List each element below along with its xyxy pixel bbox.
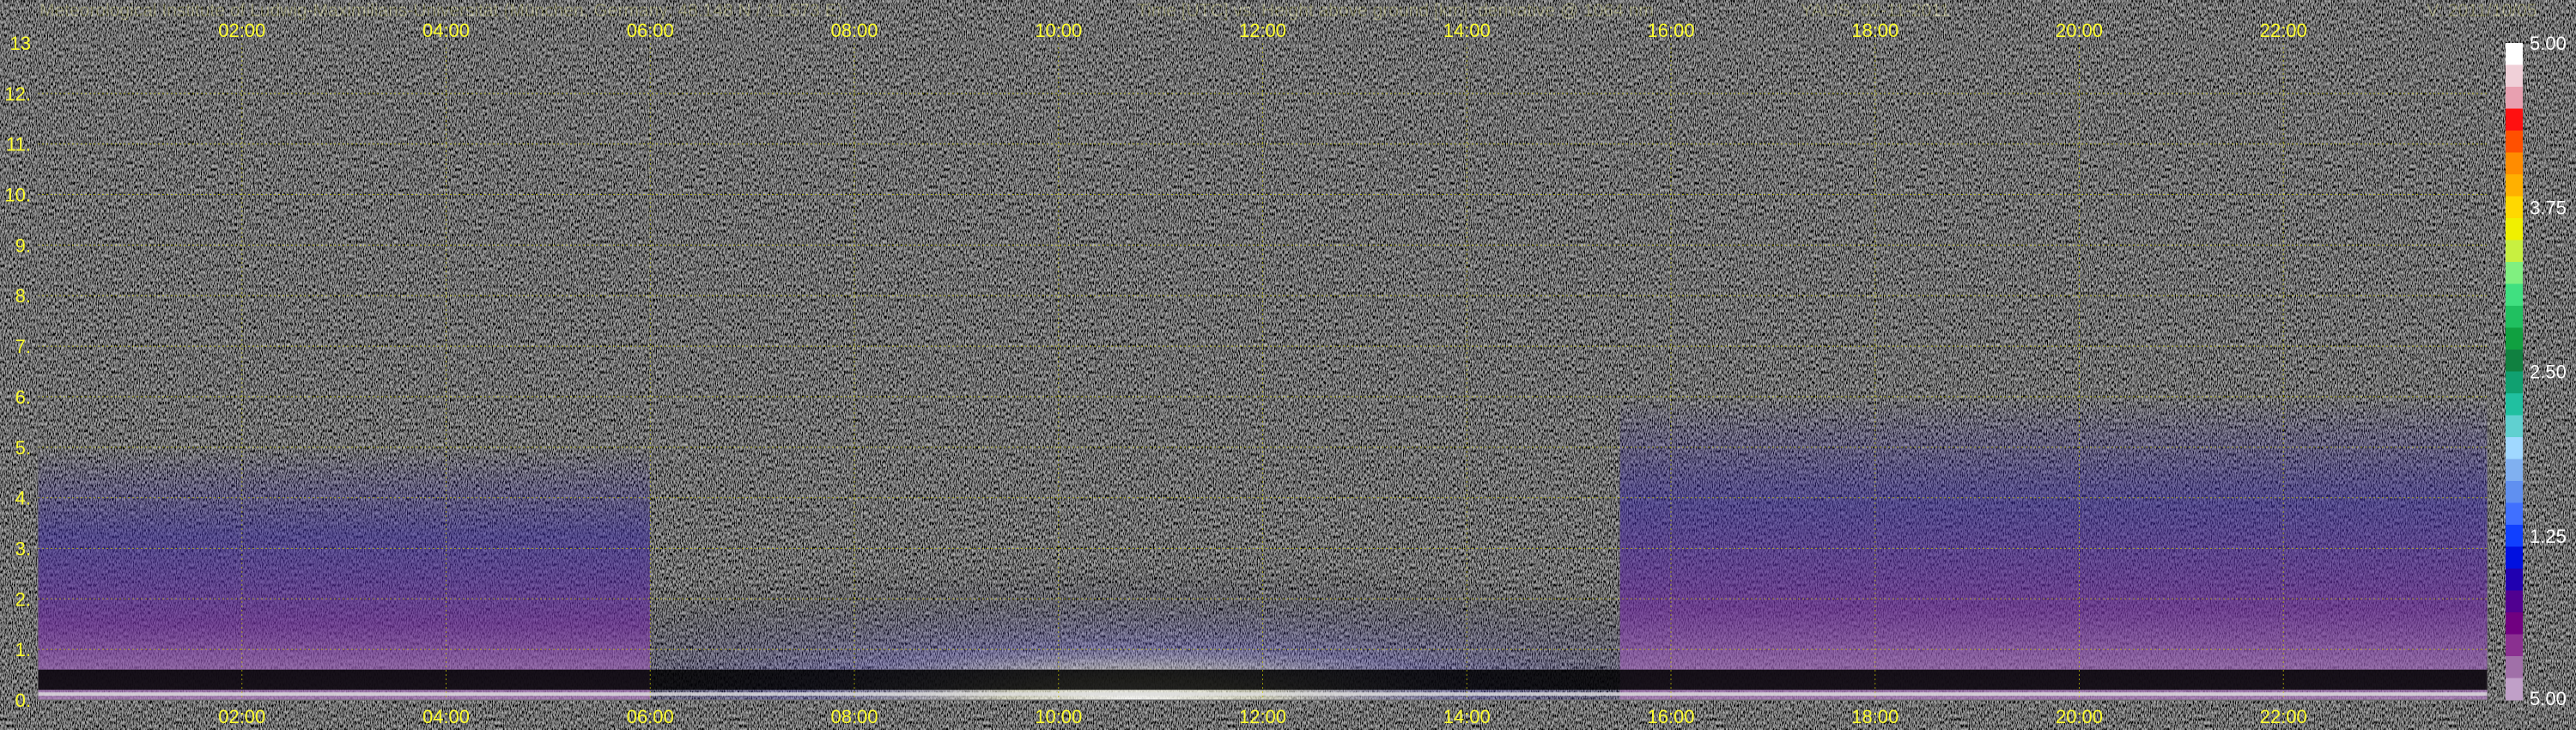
colorbar-segment	[2506, 634, 2523, 657]
x-tick-label-bottom: 18:00	[1851, 706, 1899, 727]
y-tick-label: 2.	[15, 588, 31, 610]
x-axis-top: 02:00 04:00 06:00 08:00 10:00 12:00 14:00 16:00…	[218, 20, 2307, 41]
colorbar-segment	[2506, 502, 2523, 526]
x-tick-label-bottom: 06:00	[627, 706, 674, 727]
x-tick-label-top: 14:00	[1443, 20, 1491, 41]
y-tick-label: 11.	[6, 134, 31, 155]
colorbar-segment	[2506, 678, 2523, 701]
colorbar-segment	[2506, 64, 2523, 88]
y-tick-label: 13	[10, 33, 31, 54]
colorbar-segment	[2506, 87, 2523, 109]
x-tick-label-bottom: 10:00	[1035, 706, 1082, 727]
colorbar-segment	[2506, 174, 2523, 197]
y-tick-label: 4.	[15, 488, 31, 509]
y-tick-label: 7.	[15, 336, 31, 357]
y-tick-label: 12.	[4, 83, 31, 105]
x-tick-label-bottom: 12:00	[1239, 706, 1286, 727]
x-tick-label-bottom: 04:00	[422, 706, 470, 727]
colorbar	[2506, 43, 2523, 701]
y-axis: 0. 1. 2. 3. 4. 5. 6. 7. 8. 9. 10. 11. 12. 13	[4, 33, 31, 711]
y-tick-label: 5.	[15, 437, 31, 459]
x-tick-label-bottom: 14:00	[1443, 706, 1491, 727]
y-tick-label: 0.	[15, 690, 31, 711]
x-tick-label-bottom: 08:00	[830, 706, 878, 727]
x-tick-label-top: 20:00	[2056, 20, 2103, 41]
colorbar-labels: 5.00 3.75 2.50 1.25 5.00	[2530, 33, 2567, 709]
y-tick-label: 8.	[15, 285, 31, 307]
x-tick-label-top: 22:00	[2260, 20, 2307, 41]
colorbar-segment	[2506, 240, 2523, 263]
x-tick-label-top: 02:00	[218, 20, 265, 41]
colorbar-segment	[2506, 108, 2523, 131]
colorbar-segment	[2506, 393, 2523, 416]
colorbar-segment	[2506, 327, 2523, 350]
x-tick-label-top: 06:00	[627, 20, 674, 41]
lidar-heatmap-chart: 02:00 04:00 06:00 08:00 10:00 12:00 14:00 16:00…	[4, 20, 2567, 727]
colorbar-segment	[2506, 525, 2523, 547]
colorbar-segment	[2506, 218, 2523, 240]
colorbar-segment	[2506, 546, 2523, 569]
colorbar-segment	[2506, 262, 2523, 284]
colorbar-label: 5.00	[2530, 33, 2567, 54]
x-tick-label-top: 04:00	[422, 20, 470, 41]
x-axis-bottom: 02:00 04:00 06:00 08:00 10:00 12:00 14:00 16:00…	[218, 706, 2307, 727]
y-tick-label: 1.	[15, 639, 31, 660]
colorbar-label: 2.50	[2530, 362, 2567, 383]
x-tick-label-top: 12:00	[1239, 20, 1286, 41]
x-tick-label-bottom: 02:00	[218, 706, 265, 727]
colorbar-segment	[2506, 459, 2523, 482]
x-tick-label-top: 08:00	[830, 20, 878, 41]
x-tick-label-bottom: 16:00	[1647, 706, 1694, 727]
x-tick-label-bottom: 22:00	[2260, 706, 2307, 727]
y-tick-label: 6.	[15, 386, 31, 408]
colorbar-label: 3.75	[2530, 197, 2567, 218]
night-layer-left	[38, 447, 651, 700]
x-tick-label-top: 18:00	[1851, 20, 1899, 41]
colorbar-segment	[2506, 415, 2523, 438]
y-tick-label: 9.	[15, 234, 31, 256]
colorbar-label: 1.25	[2530, 526, 2567, 547]
colorbar-segment	[2506, 569, 2523, 591]
colorbar-segment	[2506, 306, 2523, 328]
colorbar-segment	[2506, 131, 2523, 153]
colorbar-segment	[2506, 350, 2523, 372]
x-tick-label-bottom: 20:00	[2056, 706, 2103, 727]
colorbar-segment	[2506, 196, 2523, 219]
x-tick-label-top: 16:00	[1647, 20, 1694, 41]
y-tick-label: 10.	[4, 185, 31, 206]
colorbar-segment	[2506, 283, 2523, 307]
colorbar-segment	[2506, 152, 2523, 175]
colorbar-segment	[2506, 590, 2523, 613]
colorbar-segment	[2506, 43, 2523, 65]
x-tick-label-top: 10:00	[1035, 20, 1082, 41]
colorbar-segment	[2506, 656, 2523, 678]
colorbar-segment	[2506, 371, 2523, 394]
colorbar-segment	[2506, 481, 2523, 503]
colorbar-segment	[2506, 612, 2523, 635]
y-tick-label: 3.	[15, 538, 31, 559]
colorbar-segment	[2506, 437, 2523, 459]
colorbar-label: 5.00	[2530, 688, 2567, 709]
